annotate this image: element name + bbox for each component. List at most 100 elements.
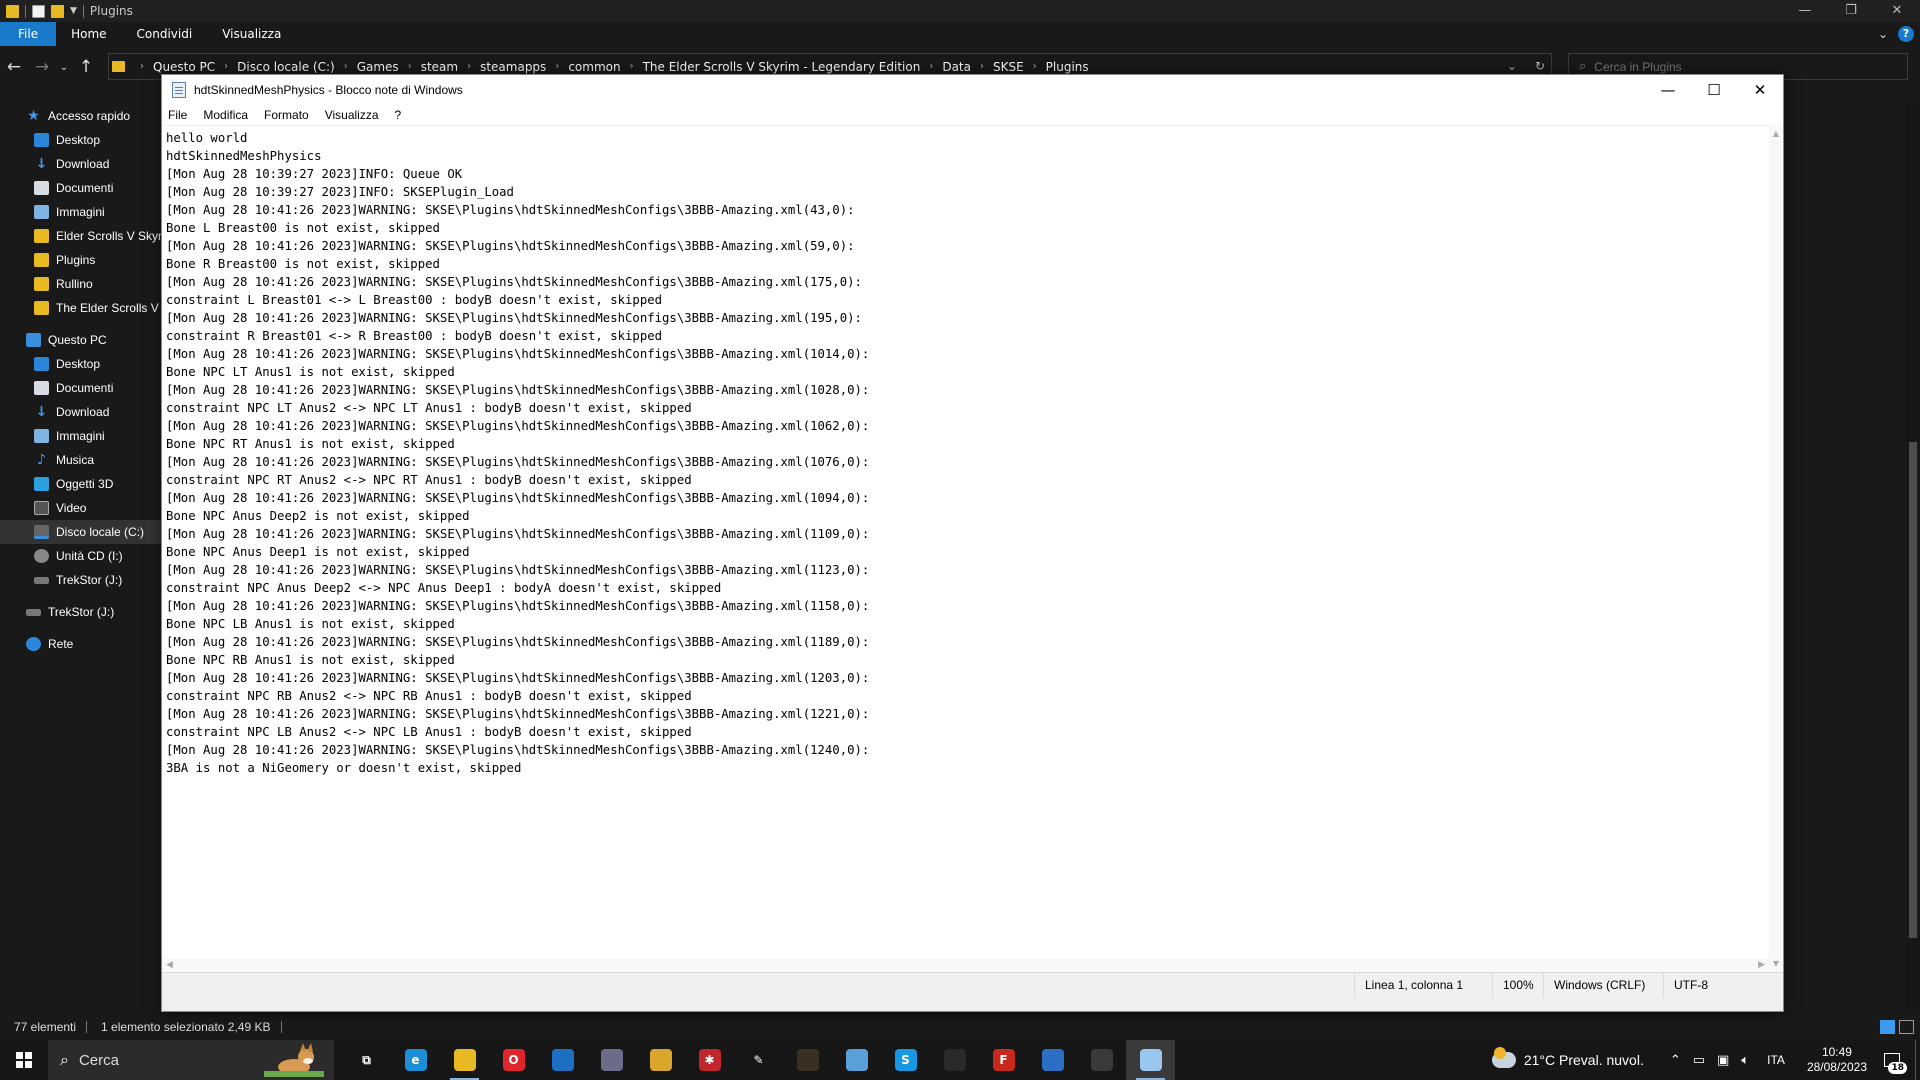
nav-item-desktop[interactable]: Desktop <box>0 128 162 152</box>
breadcrumb-item[interactable]: Disco locale (C:) <box>237 60 335 74</box>
taskbar-app-button[interactable] <box>832 1040 881 1080</box>
text-line[interactable]: hello world <box>166 129 869 147</box>
taskbar-app-button[interactable] <box>440 1040 489 1080</box>
close-button[interactable]: ✕ <box>1874 0 1920 22</box>
taskbar-app-button[interactable] <box>1126 1040 1175 1080</box>
taskbar-app-button[interactable]: S <box>881 1040 930 1080</box>
breadcrumb-item[interactable]: common <box>568 60 620 74</box>
text-line[interactable]: Bone L Breast00 is not exist, skipped <box>166 219 869 237</box>
new-folder-icon[interactable] <box>51 4 64 18</box>
text-line[interactable]: [Mon Aug 28 10:41:26 2023]WARNING: SKSE\… <box>166 489 869 507</box>
scroll-right-icon[interactable]: ▶ <box>1758 958 1765 972</box>
text-line[interactable]: hdtSkinnedMeshPhysics <box>166 147 869 165</box>
text-line[interactable]: Bone NPC LB Anus1 is not exist, skipped <box>166 615 869 633</box>
nav-item-local-disk[interactable]: Disco locale (C:) <box>0 520 162 544</box>
text-line[interactable]: constraint L Breast01 <-> L Breast00 : b… <box>166 291 869 309</box>
text-line[interactable]: [Mon Aug 28 10:41:26 2023]WARNING: SKSE\… <box>166 453 869 471</box>
nav-item-oggetti-3d[interactable]: Oggetti 3D <box>0 472 162 496</box>
horizontal-scrollbar[interactable]: ◀ ▶ <box>162 958 1769 972</box>
breadcrumb-item[interactable]: SKSE <box>993 60 1024 74</box>
menu-visualizza[interactable]: Visualizza <box>317 108 387 122</box>
text-line[interactable]: 3BA is not a NiGeomery or doesn't exist,… <box>166 759 869 777</box>
minimize-button[interactable]: — <box>1645 75 1691 105</box>
start-button[interactable] <box>0 1040 48 1080</box>
taskbar-app-button[interactable] <box>930 1040 979 1080</box>
nav-item-trekstor[interactable]: TrekStor (J:) <box>0 568 162 592</box>
nav-item-immagini[interactable]: Immagini <box>0 200 162 224</box>
text-line[interactable]: [Mon Aug 28 10:41:26 2023]WARNING: SKSE\… <box>166 201 869 219</box>
text-line[interactable]: Bone NPC Anus Deep1 is not exist, skippe… <box>166 543 869 561</box>
recent-locations-icon[interactable]: ⌄ <box>56 62 72 73</box>
menu-modifica[interactable]: Modifica <box>195 108 256 122</box>
show-desktop-button[interactable] <box>1915 1040 1920 1080</box>
nav-item-desktop[interactable]: Desktop <box>0 352 162 376</box>
explorer-scrollbar[interactable] <box>1906 100 1920 1012</box>
nav-item-documenti[interactable]: Documenti <box>0 176 162 200</box>
text-line[interactable]: [Mon Aug 28 10:39:27 2023]INFO: Queue OK <box>166 165 869 183</box>
taskbar-app-button[interactable] <box>587 1040 636 1080</box>
text-line[interactable]: [Mon Aug 28 10:41:26 2023]WARNING: SKSE\… <box>166 417 869 435</box>
nav-item-rullino[interactable]: Rullino <box>0 272 162 296</box>
text-line[interactable]: [Mon Aug 28 10:39:27 2023]INFO: SKSEPlug… <box>166 183 869 201</box>
help-icon[interactable]: ? <box>1898 26 1914 42</box>
refresh-icon[interactable]: ↻ <box>1535 59 1545 73</box>
nav-item-documenti[interactable]: Documenti <box>0 376 162 400</box>
weather-cloud-icon[interactable] <box>1491 1047 1516 1068</box>
search-input[interactable] <box>1594 59 1875 74</box>
properties-icon[interactable] <box>32 4 45 18</box>
taskbar-app-button[interactable]: e <box>391 1040 440 1080</box>
nav-item-download[interactable]: ↓ Download <box>0 400 162 424</box>
text-line[interactable]: constraint NPC RT Anus2 <-> NPC RT Anus1… <box>166 471 869 489</box>
text-line[interactable]: Bone NPC RB Anus1 is not exist, skipped <box>166 651 869 669</box>
tab-share[interactable]: Condividi <box>122 22 208 46</box>
nav-item-download[interactable]: ↓ Download <box>0 152 162 176</box>
nav-network[interactable]: Rete <box>0 632 162 656</box>
breadcrumb-item[interactable]: Questo PC <box>153 60 215 74</box>
chevron-up-icon[interactable]: ⌃ <box>1670 1053 1681 1068</box>
text-line[interactable]: constraint R Breast01 <-> R Breast00 : b… <box>166 327 869 345</box>
text-line[interactable]: [Mon Aug 28 10:41:26 2023]WARNING: SKSE\… <box>166 633 869 651</box>
language-indicator[interactable]: ITA <box>1767 1053 1785 1067</box>
customize-toolbar-icon[interactable]: ▼ <box>70 6 77 16</box>
text-line[interactable]: Bone R Breast00 is not exist, skipped <box>166 255 869 273</box>
text-line[interactable]: [Mon Aug 28 10:41:26 2023]WARNING: SKSE\… <box>166 309 869 327</box>
vertical-scrollbar[interactable]: ▲ ▼ <box>1769 125 1783 972</box>
chevron-right-icon[interactable]: › <box>1033 61 1037 72</box>
nav-this-pc[interactable]: Questo PC <box>0 328 162 352</box>
maximize-button[interactable]: ❐ <box>1828 0 1874 22</box>
breadcrumb-item[interactable]: Games <box>357 60 399 74</box>
taskbar-app-button[interactable] <box>1077 1040 1126 1080</box>
scrollbar-thumb[interactable] <box>1909 442 1917 938</box>
text-line[interactable]: [Mon Aug 28 10:41:26 2023]WARNING: SKSE\… <box>166 669 869 687</box>
menu-formato[interactable]: Formato <box>256 108 317 122</box>
maximize-button[interactable]: ☐ <box>1691 75 1737 105</box>
expand-ribbon-icon[interactable]: ⌄ <box>1878 27 1888 41</box>
taskbar-app-button[interactable]: O <box>489 1040 538 1080</box>
text-line[interactable]: [Mon Aug 28 10:41:26 2023]WARNING: SKSE\… <box>166 597 869 615</box>
taskbar-app-button[interactable]: F <box>979 1040 1028 1080</box>
chevron-right-icon[interactable]: › <box>980 61 984 72</box>
network-tray-icon[interactable]: ▣ <box>1717 1053 1729 1068</box>
up-arrow-icon[interactable]: ↑ <box>72 57 100 77</box>
chevron-right-icon[interactable]: › <box>344 61 348 72</box>
taskbar-app-button[interactable]: ✱ <box>685 1040 734 1080</box>
text-line[interactable]: constraint NPC LB Anus2 <-> NPC LB Anus1… <box>166 723 869 741</box>
taskbar-search[interactable]: ⌕ <box>48 1040 334 1080</box>
scroll-left-icon[interactable]: ◀ <box>166 958 173 972</box>
text-line[interactable]: [Mon Aug 28 10:41:26 2023]WARNING: SKSE\… <box>166 525 869 543</box>
close-button[interactable]: ✕ <box>1737 75 1783 105</box>
breadcrumb-item[interactable]: The Elder Scrolls V Skyrim - Legendary E… <box>643 60 921 74</box>
nav-quick-access[interactable]: ★ Accesso rapido <box>0 104 162 128</box>
text-line[interactable]: [Mon Aug 28 10:41:26 2023]WARNING: SKSE\… <box>166 273 869 291</box>
text-line[interactable]: [Mon Aug 28 10:41:26 2023]WARNING: SKSE\… <box>166 237 869 255</box>
nav-item-musica[interactable]: ♪ Musica <box>0 448 162 472</box>
weather-text[interactable]: 21°C Preval. nuvol. <box>1524 1052 1644 1068</box>
taskbar-app-button[interactable] <box>783 1040 832 1080</box>
text-line[interactable]: constraint NPC Anus Deep2 <-> NPC Anus D… <box>166 579 869 597</box>
nav-item-skyrim[interactable]: Elder Scrolls V Skyrim <box>0 224 162 248</box>
chevron-right-icon[interactable]: › <box>555 61 559 72</box>
nav-item-plugins[interactable]: Plugins <box>0 248 162 272</box>
text-line[interactable]: [Mon Aug 28 10:41:26 2023]WARNING: SKSE\… <box>166 741 869 759</box>
clock[interactable]: 10:49 28/08/2023 <box>1807 1045 1867 1075</box>
volume-icon[interactable]: 🔈︎ <box>1741 1053 1749 1068</box>
